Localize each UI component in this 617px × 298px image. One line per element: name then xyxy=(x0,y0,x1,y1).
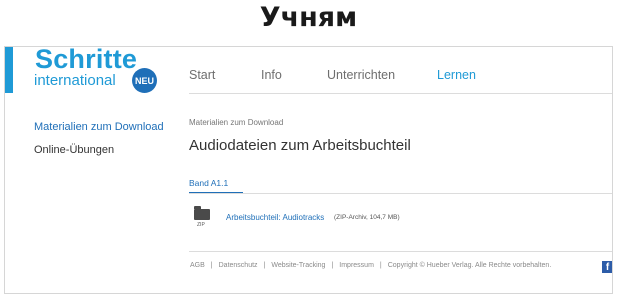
nav-divider xyxy=(189,93,612,94)
footer-link-agb[interactable]: AGB xyxy=(190,262,205,269)
sidebar: Materialien zum Download Online-Übungen xyxy=(34,121,164,167)
folder-icon xyxy=(194,206,210,220)
download-link[interactable]: Arbeitsbuchteil: Audiotracks xyxy=(226,213,324,222)
page-caption: Учням xyxy=(259,2,358,33)
nav-info[interactable]: Info xyxy=(261,68,282,82)
zip-label: ZIP xyxy=(197,222,205,228)
sidebar-item-online-uebungen[interactable]: Online-Übungen xyxy=(34,144,164,156)
facebook-icon[interactable]: f xyxy=(602,261,612,273)
tab-divider xyxy=(189,193,612,194)
logo-title[interactable]: Schritte xyxy=(35,47,137,75)
brand-bar xyxy=(5,47,13,93)
tab-band-a1-1[interactable]: Band A1.1 xyxy=(189,178,228,188)
breadcrumb: Materialien zum Download xyxy=(189,118,284,127)
footer-link-website-tracking[interactable]: Website-Tracking xyxy=(271,262,325,269)
nav-start[interactable]: Start xyxy=(189,68,215,82)
nav-lernen[interactable]: Lernen xyxy=(437,68,476,82)
logo-subtitle[interactable]: international xyxy=(34,72,116,89)
logo-badge: NEU xyxy=(132,68,157,93)
footer-copyright: Copyright © Hueber Verlag. Alle Rechte v… xyxy=(387,262,552,269)
footer: AGB | Datenschutz | Website-Tracking | Impress… xyxy=(190,262,552,269)
footer-link-datenschutz[interactable]: Datenschutz xyxy=(219,262,258,269)
download-meta: (ZIP-Archiv, 104,7 MB) xyxy=(334,214,400,221)
browser-frame: Schritte international NEU Start Info Un… xyxy=(4,46,613,294)
footer-divider xyxy=(189,251,612,252)
nav-unterrichten[interactable]: Unterrichten xyxy=(327,68,395,82)
sidebar-item-materialien[interactable]: Materialien zum Download xyxy=(34,121,164,133)
footer-link-impressum[interactable]: Impressum xyxy=(339,262,374,269)
page-title: Audiodateien zum Arbeitsbuchteil xyxy=(189,137,411,154)
